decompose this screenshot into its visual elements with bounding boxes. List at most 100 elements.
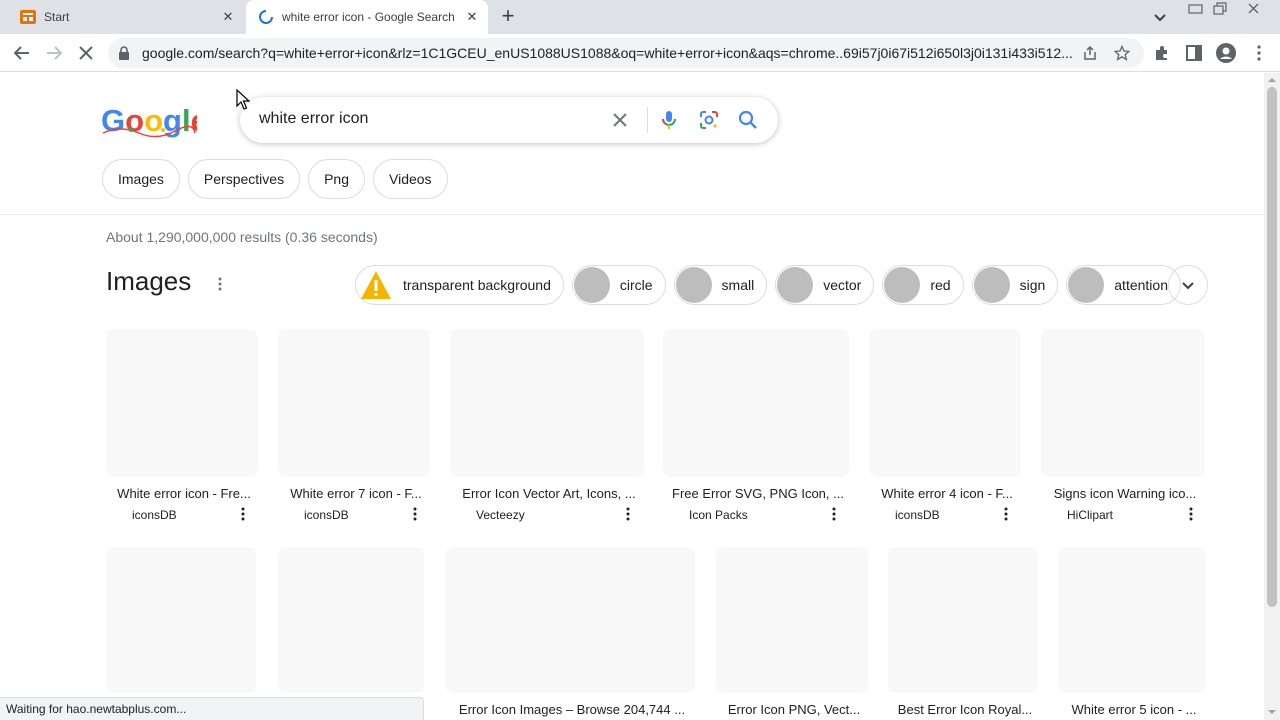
image-caption[interactable]: Error Icon PNG, Vect...	[720, 702, 868, 717]
image-result[interactable]	[278, 547, 424, 720]
refine-chip-vector[interactable]: vector	[775, 265, 875, 305]
refine-chip-label: sign	[1019, 277, 1046, 293]
more-vert-icon[interactable]	[998, 506, 1014, 522]
tab-strip: Start ✕ white error icon - Google Search…	[0, 0, 1280, 34]
refine-chip-label: attention	[1114, 277, 1168, 293]
stop-icon[interactable]	[75, 42, 97, 64]
lock-icon[interactable]	[118, 46, 130, 60]
image-thumbnail[interactable]	[1041, 329, 1205, 477]
chip-videos[interactable]: Videos	[373, 159, 448, 199]
extensions-icon[interactable]	[1153, 44, 1171, 62]
result-stats: About 1,290,000,000 results (0.36 second…	[106, 229, 378, 245]
tab-start[interactable]: Start ✕	[8, 0, 244, 34]
image-caption[interactable]: Signs icon Warning ico...	[1045, 486, 1205, 501]
close-icon[interactable]: ✕	[220, 9, 236, 25]
image-thumbnail[interactable]	[106, 547, 256, 693]
search-results-page: Google white error icon Image	[0, 73, 1264, 720]
refine-chip-thumb	[973, 267, 1010, 303]
forward-icon[interactable]	[43, 42, 65, 64]
tab-google-search[interactable]: white error icon - Google Search ✕	[246, 0, 488, 34]
divider	[0, 214, 1264, 215]
more-vert-icon[interactable]	[1183, 506, 1199, 522]
chevron-down-icon[interactable]	[1152, 9, 1168, 25]
refine-chip-thumb	[777, 267, 814, 303]
image-caption[interactable]: Free Error SVG, PNG Icon, ...	[667, 486, 849, 501]
close-window-icon[interactable]	[1246, 2, 1262, 16]
mic-icon[interactable]	[658, 109, 680, 131]
image-result[interactable]: Error Icon Images – Browse 204,744 ...	[445, 547, 695, 720]
image-thumbnail[interactable]	[869, 329, 1021, 477]
vertical-scrollbar[interactable]	[1264, 73, 1280, 720]
search-icon[interactable]	[737, 109, 759, 131]
image-result[interactable]: White error icon - Fre... iconsDB	[106, 329, 258, 529]
star-icon[interactable]	[1114, 45, 1130, 61]
image-result[interactable]: Best Error Icon Royal...	[888, 547, 1038, 720]
image-caption[interactable]: Best Error Icon Royal...	[892, 702, 1038, 717]
share-icon[interactable]	[1082, 45, 1098, 61]
chip-perspectives[interactable]: Perspectives	[187, 159, 301, 199]
clear-icon[interactable]	[609, 109, 631, 131]
refine-chip-transparent-background[interactable]: transparent background	[355, 265, 564, 305]
back-icon[interactable]	[11, 42, 33, 64]
scrollbar-thumb[interactable]	[1267, 87, 1277, 607]
status-bar: Waiting for hao.newtabplus.com...	[0, 697, 424, 720]
more-vert-icon[interactable]	[235, 506, 251, 522]
image-result[interactable]: White error 7 icon - F... iconsDB	[278, 329, 430, 529]
refine-chip-circle[interactable]: circle	[571, 265, 666, 305]
side-panel-icon[interactable]	[1185, 44, 1203, 62]
refine-chip-small[interactable]: small	[673, 265, 768, 305]
image-result[interactable]: White error 4 icon - F... iconsDB	[869, 329, 1021, 529]
images-heading: Images	[106, 266, 192, 296]
browser-toolbar: google.com/search?q=white+error+icon&rlz…	[0, 34, 1280, 72]
tab-title: Start	[44, 10, 70, 24]
chip-png[interactable]: Png	[308, 159, 365, 199]
more-vert-icon[interactable]	[212, 276, 228, 292]
image-thumbnail[interactable]	[1058, 547, 1206, 693]
scroll-down-icon[interactable]	[1268, 708, 1276, 716]
more-vert-icon[interactable]	[826, 506, 842, 522]
image-thumbnail[interactable]	[445, 547, 695, 693]
image-caption[interactable]: White error icon - Fre...	[110, 486, 258, 501]
image-result[interactable]: White error 5 icon - ...	[1058, 547, 1206, 720]
close-icon[interactable]: ✕	[464, 9, 480, 25]
image-thumbnail[interactable]	[106, 329, 258, 477]
image-source: Icon Packs	[689, 508, 748, 522]
image-result[interactable]	[106, 547, 256, 720]
image-caption[interactable]: White error 4 icon - F...	[873, 486, 1021, 501]
image-thumbnail[interactable]	[716, 547, 868, 693]
image-result[interactable]: Signs icon Warning ico... HiClipart	[1041, 329, 1205, 529]
refine-chip-sign[interactable]: sign	[971, 265, 1059, 305]
image-thumbnail[interactable]	[450, 329, 644, 477]
image-result[interactable]: Free Error SVG, PNG Icon, ... Icon Packs	[663, 329, 849, 529]
url-text[interactable]: google.com/search?q=white+error+icon&rlz…	[142, 45, 1082, 61]
google-favicon-loading	[259, 10, 273, 24]
search-box[interactable]: white error icon	[240, 97, 778, 143]
more-vert-icon[interactable]	[1250, 44, 1268, 62]
refine-chip-attention[interactable]: attention	[1066, 265, 1181, 305]
image-thumbnail[interactable]	[663, 329, 849, 477]
image-caption[interactable]: White error 7 icon - F...	[282, 486, 430, 501]
expand-refinements-button[interactable]	[1168, 265, 1208, 305]
image-thumbnail[interactable]	[278, 329, 430, 477]
search-input[interactable]: white error icon	[259, 110, 368, 128]
more-vert-icon[interactable]	[620, 506, 636, 522]
scroll-up-icon[interactable]	[1268, 76, 1276, 84]
address-bar[interactable]: google.com/search?q=white+error+icon&rlz…	[108, 38, 1144, 68]
minimize-icon[interactable]	[1188, 2, 1204, 16]
plus-icon[interactable]: +	[498, 5, 518, 27]
start-favicon	[20, 10, 36, 24]
image-result[interactable]: Error Icon PNG, Vect...	[716, 547, 868, 720]
chip-images[interactable]: Images	[102, 159, 180, 199]
restore-icon[interactable]	[1212, 2, 1228, 16]
image-result[interactable]: Error Icon Vector Art, Icons, ... Vectee…	[450, 329, 644, 529]
image-caption[interactable]: White error 5 icon - ...	[1062, 702, 1206, 717]
image-thumbnail[interactable]	[888, 547, 1038, 693]
image-caption[interactable]: Error Icon Images – Browse 204,744 ...	[449, 702, 695, 717]
image-thumbnail[interactable]	[278, 547, 424, 693]
lens-icon[interactable]	[698, 109, 720, 131]
google-doodle-logo[interactable]: Google	[101, 103, 197, 139]
refine-chip-red[interactable]: red	[882, 265, 964, 305]
more-vert-icon[interactable]	[407, 506, 423, 522]
image-caption[interactable]: Error Icon Vector Art, Icons, ...	[454, 486, 644, 501]
profile-icon[interactable]	[1216, 43, 1236, 63]
